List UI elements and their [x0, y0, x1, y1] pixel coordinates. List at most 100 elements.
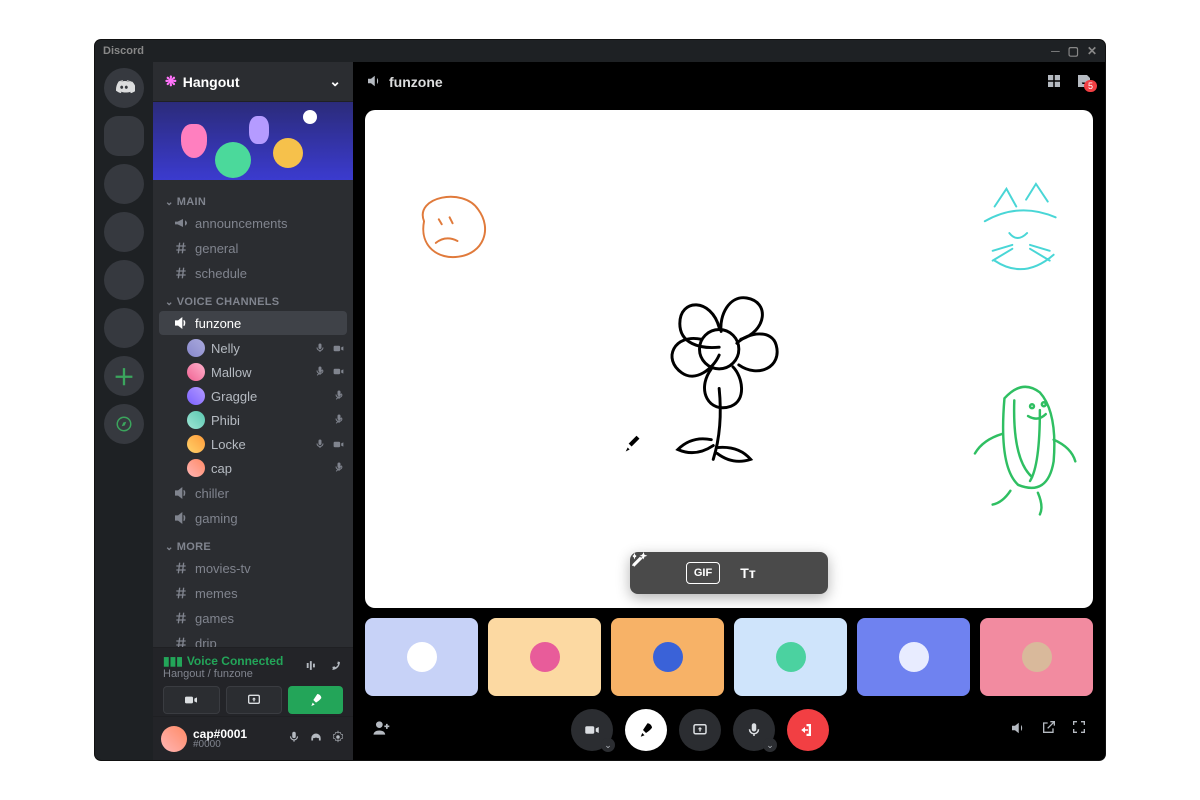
- channel-announcements[interactable]: announcements: [159, 211, 347, 235]
- channel-general[interactable]: general: [159, 236, 347, 260]
- participant-avatar: [899, 642, 929, 672]
- mic-toggle-button[interactable]: ⌄: [733, 709, 775, 751]
- speaker-icon: [365, 72, 383, 93]
- channel-drip[interactable]: drip: [159, 631, 347, 647]
- voice-status-panel: ▮▮▮ Voice Connected Hangout / funzone: [153, 647, 353, 716]
- app-window: Discord ─ ▢ ✕ ＋ ❋: [95, 40, 1105, 760]
- participant-tile[interactable]: [857, 618, 970, 696]
- member-avatar: [187, 411, 205, 429]
- popout-button[interactable]: [1041, 719, 1057, 741]
- channel-movies-tv[interactable]: movies-tv: [159, 556, 347, 580]
- category-main[interactable]: MAIN: [157, 186, 353, 210]
- mic-icon: [745, 721, 763, 739]
- participant-tile[interactable]: [488, 618, 601, 696]
- volume-button[interactable]: [1009, 719, 1027, 741]
- channel-funzone[interactable]: funzone: [159, 311, 347, 335]
- voice-member[interactable]: cap: [157, 456, 353, 480]
- member-status-icons: [333, 461, 345, 476]
- server-banner: [153, 102, 353, 180]
- server-rail: ＋: [95, 62, 153, 760]
- hash-icon: [173, 635, 189, 647]
- leave-icon: [799, 721, 817, 739]
- camera-button[interactable]: [163, 686, 220, 714]
- voice-member[interactable]: Mallow: [157, 360, 353, 384]
- grid-view-button[interactable]: [1045, 72, 1063, 93]
- server-item-5[interactable]: [104, 308, 144, 348]
- activity-launch-button[interactable]: [288, 686, 343, 714]
- minimize-button[interactable]: ─: [1051, 44, 1060, 58]
- phone-hangup-icon: [328, 658, 343, 673]
- channel-schedule[interactable]: schedule: [159, 261, 347, 285]
- category-more[interactable]: MORE: [157, 531, 353, 555]
- server-item-2[interactable]: [104, 164, 144, 204]
- user-tag: #0000: [193, 740, 281, 750]
- close-button[interactable]: ✕: [1087, 44, 1097, 58]
- chevron-down-icon: ⌄: [601, 738, 615, 752]
- screenshare-toggle-button[interactable]: [679, 709, 721, 751]
- inbox-button[interactable]: 5: [1075, 72, 1093, 93]
- voice-member[interactable]: Graggle: [157, 384, 353, 408]
- camera-icon: [183, 692, 199, 708]
- hash-icon: [173, 560, 189, 576]
- pencil-icon: [630, 552, 646, 568]
- call-control-bar: ⌄ ⌄: [353, 700, 1105, 760]
- gif-tool-button[interactable]: GIF: [686, 562, 720, 584]
- user-avatar[interactable]: [161, 726, 187, 752]
- mute-button[interactable]: [287, 730, 301, 747]
- settings-button[interactable]: [331, 730, 345, 747]
- noise-suppression-button[interactable]: [303, 658, 318, 676]
- voice-connected-sub: Hangout / funzone: [163, 668, 283, 680]
- home-button[interactable]: [104, 68, 144, 108]
- video-toggle-button[interactable]: ⌄: [571, 709, 613, 751]
- signal-icon: ▮▮▮: [163, 654, 183, 668]
- deafen-button[interactable]: [309, 730, 323, 747]
- participant-tile[interactable]: [365, 618, 478, 696]
- participant-tile[interactable]: [611, 618, 724, 696]
- explore-button[interactable]: [104, 404, 144, 444]
- server-item-4[interactable]: [104, 260, 144, 300]
- member-avatar: [187, 387, 205, 405]
- voice-member[interactable]: Phibi: [157, 408, 353, 432]
- user-plus-icon: [371, 718, 391, 738]
- leave-call-button[interactable]: [787, 709, 829, 751]
- text-tool-button[interactable]: Tᴛ: [724, 556, 772, 590]
- participant-tile[interactable]: [734, 618, 847, 696]
- add-server-button[interactable]: ＋: [104, 356, 144, 396]
- maximize-button[interactable]: ▢: [1068, 44, 1079, 58]
- boost-icon: ❋: [165, 73, 177, 90]
- channel-gaming[interactable]: gaming: [159, 506, 347, 530]
- channel-games[interactable]: games: [159, 606, 347, 630]
- activity-button[interactable]: [625, 709, 667, 751]
- speaker-icon: [173, 315, 189, 331]
- disconnect-button[interactable]: [328, 658, 343, 676]
- participant-tile[interactable]: [980, 618, 1093, 696]
- drawing-canvas[interactable]: GIF Tᴛ: [365, 110, 1093, 608]
- draw-tool-button[interactable]: [776, 556, 824, 590]
- channel-label: memes: [195, 586, 238, 601]
- compass-icon: [115, 415, 133, 433]
- screenshare-button[interactable]: [226, 686, 283, 714]
- voice-member[interactable]: Locke: [157, 432, 353, 456]
- main-panel: funzone 5: [353, 62, 1105, 760]
- member-avatar: [187, 363, 205, 381]
- participant-avatar: [407, 642, 437, 672]
- channel-list: MAIN announcements generalscheduleVOICE CH…: [153, 180, 353, 647]
- channel-memes[interactable]: memes: [159, 581, 347, 605]
- member-avatar: [187, 435, 205, 453]
- member-name: cap: [211, 461, 327, 476]
- camera-icon: [583, 721, 601, 739]
- category-voice[interactable]: VOICE CHANNELS: [157, 286, 353, 310]
- server-item-1[interactable]: [104, 116, 144, 156]
- server-item-3[interactable]: [104, 212, 144, 252]
- fullscreen-button[interactable]: [1071, 719, 1087, 741]
- hash-icon: [173, 240, 189, 256]
- voice-member[interactable]: Nelly: [157, 336, 353, 360]
- channel-label: announcements: [195, 216, 288, 231]
- invite-button[interactable]: [371, 718, 391, 742]
- channel-label: gaming: [195, 511, 238, 526]
- channel-label: drip: [195, 636, 217, 648]
- member-status-icons: [314, 438, 345, 451]
- channel-chiller[interactable]: chiller: [159, 481, 347, 505]
- server-header[interactable]: ❋ Hangout ⌄: [153, 62, 353, 102]
- activity-stage: GIF Tᴛ: [353, 102, 1105, 700]
